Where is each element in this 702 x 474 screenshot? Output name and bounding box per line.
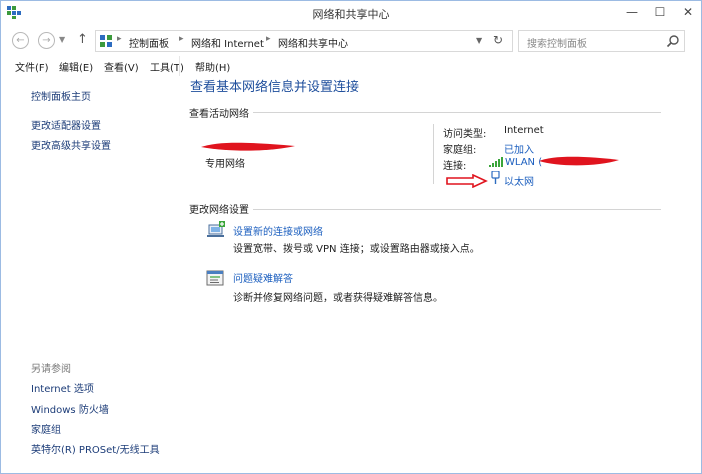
homegroup-label: 家庭组: <box>443 145 477 156</box>
troubleshoot-description: 诊断并修复网络问题，或者获得疑难解答信息。 <box>233 293 443 304</box>
navigation-bar: ← → ▼ ↑ ▸ 控制面板 ▸ 网络和 Internet ▸ 网络和共享中心 … <box>1 26 701 54</box>
window: 网络和共享中心 — ☐ ✕ ← → ▼ ↑ ▸ 控制面板 ▸ 网络和 Inter… <box>0 0 702 474</box>
troubleshoot-icon <box>206 270 224 286</box>
search-input[interactable]: 搜索控制面板 <box>518 30 685 52</box>
breadcrumb-separator-icon: ▸ <box>179 34 184 44</box>
red-arrow-annotation-icon <box>446 174 488 188</box>
see-also-homegroup[interactable]: 家庭组 <box>31 421 61 436</box>
sidebar-link-sharing-settings[interactable]: 更改高级共享设置 <box>31 137 111 152</box>
section-divider <box>253 209 661 210</box>
address-bar[interactable]: ▸ 控制面板 ▸ 网络和 Internet ▸ 网络和共享中心 ▼ ↻ <box>95 30 513 52</box>
sidebar-link-control-panel-home[interactable]: 控制面板主页 <box>31 88 91 103</box>
breadcrumb-control-panel[interactable]: 控制面板 <box>129 35 169 50</box>
active-networks-heading: 查看活动网络 <box>189 109 249 120</box>
see-also-internet-options[interactable]: Internet 选项 <box>31 380 94 395</box>
change-settings-heading: 更改网络设置 <box>189 205 249 216</box>
search-icon[interactable] <box>666 34 680 48</box>
access-type-value: Internet <box>504 125 544 136</box>
minimize-button[interactable]: — <box>617 1 647 23</box>
menu-edit[interactable]: 编辑(E) <box>59 59 93 74</box>
redaction-mark <box>201 142 295 151</box>
homegroup-link[interactable]: 已加入 <box>504 141 534 156</box>
connections-label: 连接: <box>443 161 467 172</box>
title-bar: 网络和共享中心 — ☐ ✕ <box>1 1 701 25</box>
access-type-label: 访问类型: <box>443 129 487 140</box>
refresh-icon[interactable]: ↻ <box>493 33 503 47</box>
see-also-heading: 另请参阅 <box>31 364 71 375</box>
troubleshoot-link[interactable]: 问题疑难解答 <box>233 270 293 285</box>
setup-new-connection-link[interactable]: 设置新的连接或网络 <box>233 223 323 238</box>
network-category: 专用网络 <box>205 159 245 170</box>
search-placeholder: 搜索控制面板 <box>527 39 587 50</box>
page-title: 查看基本网络信息并设置连接 <box>190 80 360 95</box>
ethernet-icon <box>491 171 500 184</box>
menu-file[interactable]: 文件(F) <box>15 59 49 74</box>
control-panel-icon <box>100 35 112 47</box>
menu-help[interactable]: 帮助(H) <box>195 59 230 74</box>
wifi-signal-icon <box>489 157 503 167</box>
see-also-windows-firewall[interactable]: Windows 防火墙 <box>31 401 109 416</box>
maximize-button[interactable]: ☐ <box>645 1 675 23</box>
new-connection-icon <box>207 221 225 237</box>
breadcrumb-network-internet[interactable]: 网络和 Internet <box>191 35 264 50</box>
section-divider <box>253 112 661 113</box>
up-button[interactable]: ↑ <box>77 32 88 47</box>
chevron-down-icon[interactable]: ▼ <box>476 36 482 45</box>
back-button[interactable]: ← <box>12 32 29 49</box>
redaction-mark <box>539 156 619 166</box>
close-button[interactable]: ✕ <box>673 1 701 23</box>
sidebar-link-adapter-settings[interactable]: 更改适配器设置 <box>31 117 101 132</box>
see-also-intel-proset[interactable]: 英特尔(R) PROSet/无线工具 <box>31 441 160 456</box>
forward-button[interactable]: → <box>38 32 55 49</box>
menu-divider <box>179 56 180 76</box>
info-divider <box>433 124 434 184</box>
breadcrumb-separator-icon: ▸ <box>266 34 271 44</box>
menu-view[interactable]: 查看(V) <box>104 59 139 74</box>
recent-locations-icon[interactable]: ▼ <box>59 35 65 44</box>
menu-bar: 文件(F) 编辑(E) 查看(V) 工具(T) 帮助(H) <box>1 56 701 74</box>
wlan-connection-link[interactable]: WLAN ( <box>505 157 542 168</box>
breadcrumb-separator-icon: ▸ <box>117 34 122 44</box>
breadcrumb-sharing-center[interactable]: 网络和共享中心 <box>278 35 348 50</box>
setup-new-connection-description: 设置宽带、拨号或 VPN 连接；或设置路由器或接入点。 <box>233 244 480 255</box>
window-title: 网络和共享中心 <box>312 8 390 21</box>
ethernet-connection-link[interactable]: 以太网 <box>504 173 534 188</box>
